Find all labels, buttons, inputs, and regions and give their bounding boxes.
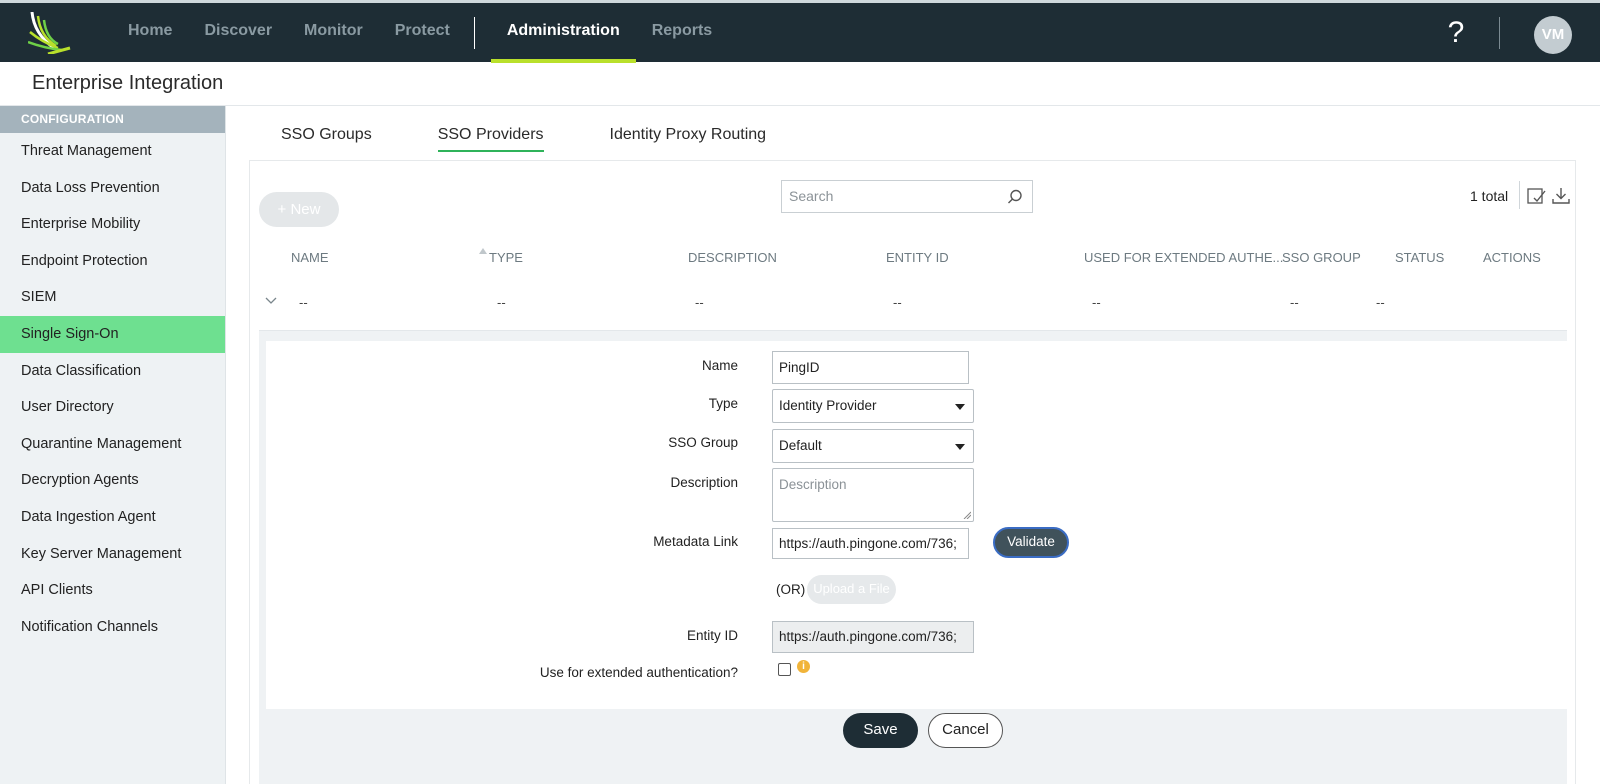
cancel-button[interactable]: Cancel (928, 713, 1003, 748)
col-header-extended-auth[interactable]: USED FOR EXTENDED AUTHE... (1084, 250, 1283, 265)
name-field[interactable] (772, 351, 969, 384)
nav-administration[interactable]: Administration (490, 3, 636, 63)
download-icon[interactable] (1551, 186, 1571, 206)
sso-group-select-value: Default (779, 438, 822, 453)
provider-form: Name Type Identity Provider SSO Group De… (266, 341, 1567, 709)
sidebar-item-api-clients[interactable]: API Clients (0, 572, 225, 609)
resize-handle-icon[interactable] (963, 511, 971, 519)
tab-sso-groups[interactable]: SSO Groups (281, 126, 372, 152)
validate-button[interactable]: Validate (993, 527, 1069, 558)
nav-divider (473, 16, 475, 49)
nav-protect[interactable]: Protect (379, 3, 466, 62)
tab-sso-providers[interactable]: SSO Providers (437, 126, 544, 152)
nav-discover[interactable]: Discover (188, 3, 288, 62)
sidebar-item-quarantine-management[interactable]: Quarantine Management (0, 426, 225, 463)
sidebar-item-single-sign-on[interactable]: Single Sign-On (0, 315, 225, 353)
cell-name: -- (299, 295, 308, 310)
name-label: Name (701, 358, 738, 373)
cell-sso-group: -- (1290, 295, 1299, 310)
tab-identity-proxy-routing[interactable]: Identity Proxy Routing (610, 126, 767, 152)
upload-file-button[interactable]: Upload a File (807, 575, 896, 604)
description-label: Description (670, 475, 738, 490)
caret-down-icon (955, 444, 965, 450)
sidebar-item-endpoint-protection[interactable]: Endpoint Protection (0, 243, 225, 280)
description-textarea[interactable]: Description (772, 468, 974, 522)
description-placeholder: Description (779, 477, 847, 492)
total-count: 1 total (1470, 188, 1509, 204)
col-header-name[interactable]: NAME (291, 250, 329, 265)
page-header: Enterprise Integration (0, 62, 1600, 106)
sidebar-item-data-ingestion-agent[interactable]: Data Ingestion Agent (0, 499, 225, 536)
nav-reports[interactable]: Reports (636, 3, 728, 62)
provider-edit-area: Name Type Identity Provider SSO Group De… (259, 331, 1567, 784)
col-header-description[interactable]: DESCRIPTION (688, 250, 777, 265)
nav-monitor[interactable]: Monitor (288, 3, 379, 62)
sidebar-item-user-directory[interactable]: User Directory (0, 389, 225, 426)
cell-type: -- (497, 295, 506, 310)
or-label: (OR) (776, 582, 806, 597)
new-button[interactable]: + New (259, 192, 339, 227)
cell-entity-id: -- (893, 295, 902, 310)
cell-status: -- (1376, 295, 1385, 310)
type-select-value: Identity Provider (779, 398, 877, 413)
sso-group-select[interactable]: Default (772, 429, 974, 463)
sidebar-item-data-loss-prevention[interactable]: Data Loss Prevention (0, 170, 225, 207)
info-icon[interactable]: i (797, 660, 810, 673)
search-box (781, 180, 1033, 213)
entity-id-field: https://auth.pingone.com/736; (772, 621, 974, 653)
col-header-actions: ACTIONS (1483, 250, 1541, 265)
sidebar-item-key-server-management[interactable]: Key Server Management (0, 536, 225, 573)
top-nav-bar: Home Discover Monitor Protect Administra… (0, 0, 1600, 63)
save-button[interactable]: Save (843, 713, 918, 748)
search-input[interactable] (782, 181, 992, 211)
chevron-down-icon[interactable] (265, 297, 277, 305)
sidebar-item-decryption-agents[interactable]: Decryption Agents (0, 462, 225, 499)
col-header-type[interactable]: TYPE (489, 250, 523, 265)
tab-bar: SSO Groups SSO Providers Identity Proxy … (281, 126, 832, 152)
sort-icon[interactable] (479, 248, 487, 254)
logo-icon[interactable] (28, 12, 72, 54)
caret-down-icon (955, 404, 965, 410)
col-header-entity-id[interactable]: ENTITY ID (886, 250, 949, 265)
search-icon[interactable] (1006, 188, 1024, 206)
nav-home[interactable]: Home (112, 3, 188, 62)
sidebar-heading: CONFIGURATION (0, 106, 225, 133)
extended-auth-checkbox[interactable] (778, 663, 791, 676)
sidebar-item-threat-management[interactable]: Threat Management (0, 133, 225, 170)
toolbar-divider (1519, 181, 1520, 209)
sidebar-item-siem[interactable]: SIEM (0, 279, 225, 316)
sso-group-label: SSO Group (668, 435, 738, 450)
type-label: Type (708, 396, 738, 411)
main-nav: Home Discover Monitor Protect Administra… (112, 3, 728, 63)
type-select[interactable]: Identity Provider (772, 389, 974, 423)
cell-description: -- (695, 295, 704, 310)
metadata-link-label: Metadata Link (653, 534, 738, 549)
sidebar-item-enterprise-mobility[interactable]: Enterprise Mobility (0, 206, 225, 243)
cell-extended-auth: -- (1092, 295, 1101, 310)
col-header-sso-group[interactable]: SSO GROUP (1282, 250, 1361, 265)
sidebar: CONFIGURATION Threat Management Data Los… (0, 106, 226, 784)
extended-auth-label: Use for extended authentication? (539, 665, 738, 680)
entity-id-label: Entity ID (686, 628, 738, 643)
col-header-status[interactable]: STATUS (1395, 250, 1444, 265)
providers-panel: + New 1 total NAME TYPE DESCRIPTION ENTI… (249, 160, 1576, 784)
columns-icon[interactable] (1526, 186, 1546, 206)
sidebar-item-data-classification[interactable]: Data Classification (0, 353, 225, 390)
sidebar-item-notification-channels[interactable]: Notification Channels (0, 609, 225, 646)
page-title: Enterprise Integration (32, 72, 224, 94)
top-divider (1499, 17, 1500, 49)
avatar[interactable]: VM (1534, 16, 1572, 54)
metadata-link-field[interactable] (772, 528, 969, 559)
help-icon[interactable]: ? (1443, 16, 1469, 50)
